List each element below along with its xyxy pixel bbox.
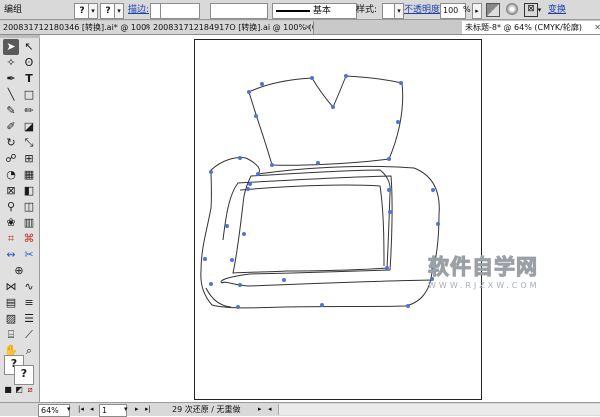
paper-path[interactable] [248,75,404,166]
watermark-title: 软件自学网 [428,255,538,280]
printer-body-path[interactable] [200,157,440,309]
status-undo-text: 29 次还原 / 无重做 [172,405,241,414]
anchor-point [388,210,392,214]
anchor-point [203,257,207,261]
anchor-point [282,278,286,282]
anchor-point [260,82,264,86]
anchor-point [320,303,324,307]
watermark: 软件自学网 WWW.RJZXW.COM [428,255,588,291]
scroll-left-icon[interactable]: ◂ [268,404,272,415]
prev-artboard-icon[interactable]: ◂ [90,404,94,415]
anchor-point [209,170,213,174]
anchor-point [209,282,213,286]
anchor-point [270,163,274,167]
base-path[interactable] [205,287,232,308]
anchor-point [331,105,335,109]
slot-inner-path[interactable] [239,184,385,267]
artboard-dropdown-icon[interactable]: ▾ [124,404,128,415]
zoom-input[interactable]: 64% [38,404,70,417]
status-bar: 64% ▾ |◂ ◂ 1 ▾ ▸ ▸| 29 次还原 / 无重做 ▸ ◂ [0,402,600,417]
anchor-point [225,224,229,228]
anchor-point [316,161,320,165]
anchor-point [396,120,400,124]
artwork-outline[interactable] [0,0,600,416]
anchor-point [236,305,240,309]
status-menu-icon[interactable]: ▸ [258,404,262,415]
anchor-point [406,304,410,308]
anchor-point [238,283,242,287]
anchor-point [256,172,260,176]
anchor-point [310,76,314,80]
watermark-url: WWW.RJZXW.COM [428,281,540,290]
anchor-point [399,81,403,85]
anchor-point [254,114,258,118]
anchor-point [246,187,250,191]
anchor-point [344,74,348,78]
anchor-point [238,156,242,160]
anchor-point [385,266,389,270]
artboard-number-input[interactable]: 1 [99,404,127,417]
anchor-point [431,188,435,192]
anchor-point [248,182,252,186]
next-artboard-icon[interactable]: ▸ [135,404,139,415]
anchor-point [387,188,391,192]
last-artboard-icon[interactable]: ▸| [145,404,151,415]
anchor-point [242,232,246,236]
anchor-point [230,258,234,262]
tray-outline-path[interactable] [220,175,434,287]
horizontal-scrollbar[interactable] [278,404,600,415]
zoom-dropdown-icon[interactable]: ▾ [67,404,71,415]
anchor-point [436,222,440,226]
anchor-points [203,74,440,309]
anchor-point [247,90,251,94]
first-artboard-icon[interactable]: |◂ [78,404,84,415]
anchor-point [387,157,391,161]
